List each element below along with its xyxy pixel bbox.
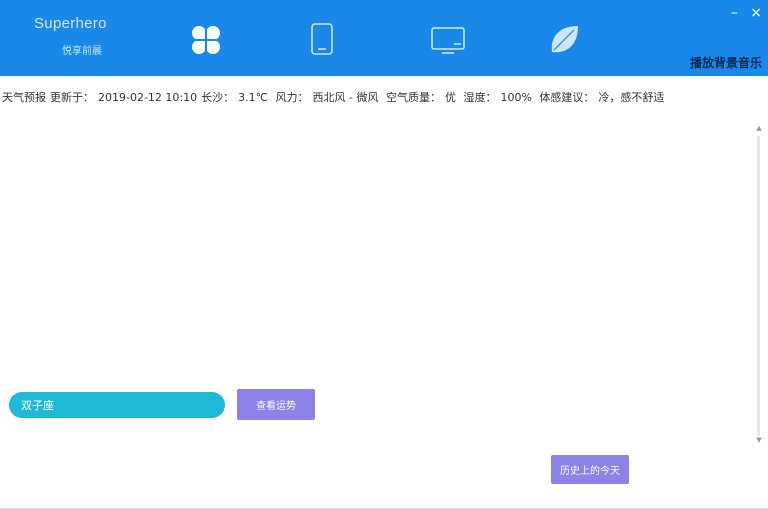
app-title: Superhero (34, 15, 107, 32)
weather-humidity-label: 湿度： (463, 91, 497, 104)
app-subtitle: 悦享前晨 (62, 46, 102, 57)
clover-icon[interactable] (188, 22, 224, 62)
weather-advice: 冷，感不舒适 (598, 91, 665, 104)
minimize-button[interactable]: – (731, 5, 738, 21)
weather-temp: 3.1℃ (238, 91, 268, 104)
window-controls: – × (723, 6, 762, 20)
monitor-icon[interactable] (430, 25, 466, 59)
scroll-up-arrow-icon[interactable]: ▲ (754, 124, 764, 132)
weather-datetime: 2019-02-12 10:10 (98, 91, 198, 104)
weather-air-label: 空气质量： (385, 91, 441, 104)
constellation-input[interactable] (9, 392, 225, 418)
weather-temp-label: 长沙： (201, 91, 235, 104)
weather-updated-label: 更新于： (50, 91, 94, 104)
history-today-button[interactable]: 历史上的今天 (551, 455, 629, 484)
leaf-icon[interactable] (546, 22, 582, 62)
scroll-down-arrow-icon[interactable]: ▼ (754, 436, 764, 444)
query-fortune-button[interactable]: 查看运势 (237, 389, 315, 420)
weather-air: 优 (444, 91, 456, 104)
weather-label: 天气预报 (2, 91, 46, 104)
weather-humidity: 100% (500, 91, 532, 104)
scroll-thumb[interactable] (757, 136, 760, 436)
weather-bar: 天气预报 更新于： 2019-02-12 10:10 长沙： 3.1℃ 风力： 西北风 -… (2, 89, 766, 105)
app-header: Superhero 悦享前晨 – × 播放背景音乐 (0, 0, 768, 76)
play-music-button[interactable]: 播放背景音乐 (690, 54, 762, 71)
content-scrollbar[interactable]: ▲ ▼ (754, 124, 764, 444)
weather-wind: 西北风 - 微风 (312, 91, 379, 104)
weather-advice-label: 体感建议： (539, 91, 595, 104)
close-button[interactable]: × (750, 5, 762, 21)
tablet-icon[interactable] (309, 22, 335, 60)
weather-wind-label: 风力： (275, 91, 309, 104)
